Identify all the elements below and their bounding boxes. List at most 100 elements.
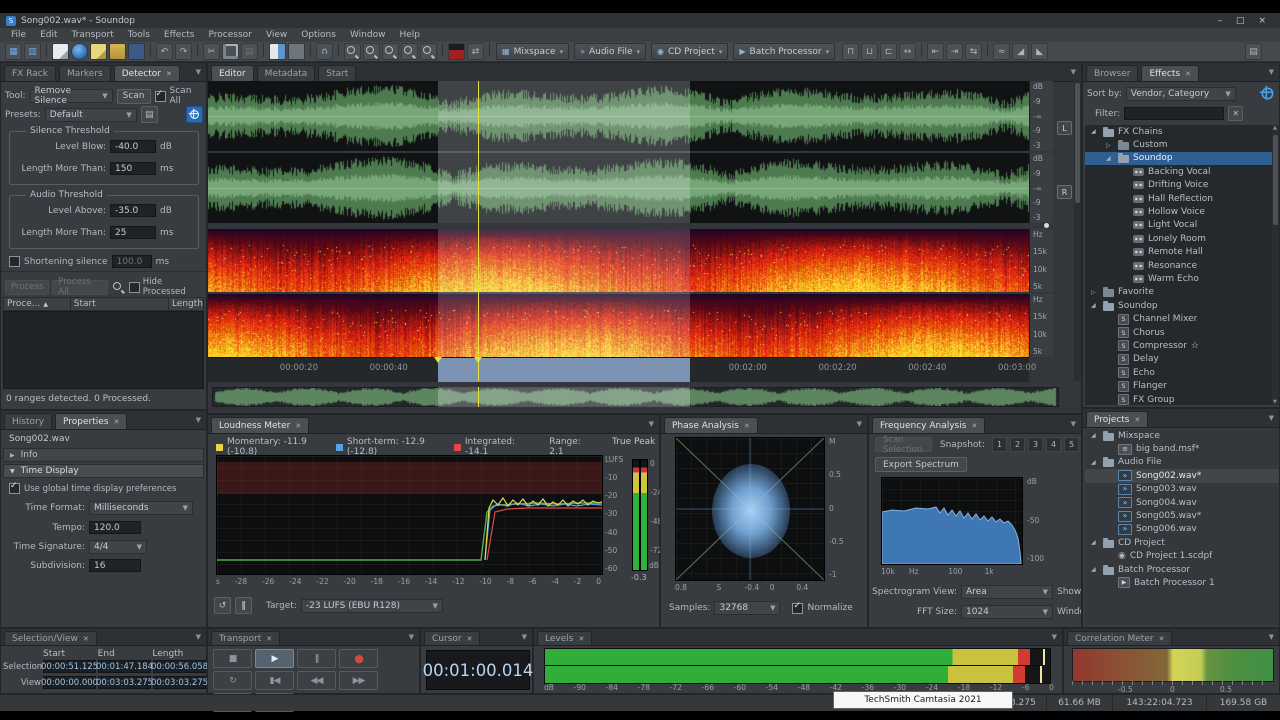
panel-menu-icon[interactable]: ▼ bbox=[196, 633, 201, 641]
tab-phase-analys[interactable]: Phase Analysis✕ bbox=[664, 417, 758, 433]
loop-region-icon[interactable]: ⇆ bbox=[965, 43, 982, 60]
close-icon[interactable]: ✕ bbox=[114, 418, 120, 426]
panel-menu-icon[interactable]: ▼ bbox=[649, 420, 654, 428]
tree-item[interactable]: ▷ Favorite bbox=[1085, 286, 1272, 299]
snapshot-button[interactable]: 2 bbox=[1010, 437, 1025, 452]
panel-menu-icon[interactable]: ▼ bbox=[1269, 68, 1274, 76]
close-icon[interactable]: ✕ bbox=[83, 635, 89, 643]
tree-item[interactable]: » Song002.wav* bbox=[1085, 469, 1279, 482]
mix-view-icon[interactable]: ▥ bbox=[24, 43, 41, 60]
timeline-ruler[interactable]: 00:00:2000:00:4000:01:0000:01:2000:01:40… bbox=[208, 357, 1029, 382]
fade-out-icon[interactable]: ◣ bbox=[1031, 43, 1048, 60]
reset-icon[interactable]: ↺ bbox=[214, 597, 231, 614]
shortening-input[interactable]: 100.0 bbox=[112, 255, 152, 268]
tab-transport[interactable]: Transport✕ bbox=[211, 631, 280, 645]
open-project-icon[interactable] bbox=[109, 43, 126, 60]
results-table-body[interactable] bbox=[3, 311, 204, 389]
menu-item[interactable]: File bbox=[4, 30, 33, 40]
tab-cursor[interactable]: Cursor✕ bbox=[424, 631, 480, 645]
spectrogram-view-select[interactable]: Area▼ bbox=[961, 585, 1053, 599]
view-length-value[interactable]: 00:03:03.275 bbox=[153, 676, 206, 689]
filter-input[interactable] bbox=[1124, 107, 1224, 120]
close-icon[interactable]: ✕ bbox=[166, 70, 172, 78]
split-view-icon[interactable] bbox=[269, 43, 286, 60]
snapshot-button[interactable]: 5 bbox=[1064, 437, 1079, 452]
selection-start-value[interactable]: 00:00:51.125 bbox=[43, 660, 96, 673]
tab-levels[interactable]: Levels✕ bbox=[537, 631, 592, 645]
close-icon[interactable]: ✕ bbox=[467, 635, 473, 643]
export-spectrum-button[interactable]: Export Spectrum bbox=[875, 457, 967, 472]
tree-item[interactable]: Resonance bbox=[1085, 259, 1272, 272]
col-length[interactable]: Length bbox=[169, 298, 203, 310]
tree-item[interactable]: S Flanger bbox=[1085, 379, 1272, 392]
tree-item[interactable]: ▷ Custom bbox=[1085, 138, 1272, 151]
record-button[interactable]: ● bbox=[339, 649, 378, 668]
title-bar[interactable]: S Song002.wav* - Soundop – □ × bbox=[0, 13, 1280, 28]
tab-detector[interactable]: Detector✕ bbox=[114, 65, 180, 81]
tree-item[interactable]: ▶ Batch Processor 1 bbox=[1085, 576, 1279, 589]
panel-menu-icon[interactable]: ▼ bbox=[196, 68, 201, 76]
splitter-handle[interactable] bbox=[1044, 223, 1049, 228]
tempo-input[interactable]: 120.0 bbox=[89, 521, 141, 534]
menu-item[interactable]: Help bbox=[392, 30, 427, 40]
tab-projects[interactable]: Projects✕ bbox=[1086, 411, 1148, 427]
menu-item[interactable]: Edit bbox=[33, 30, 64, 40]
settings-gear-icon[interactable] bbox=[186, 106, 203, 123]
expander-icon[interactable]: ◢ bbox=[1091, 432, 1099, 439]
tab-markers[interactable]: Markers bbox=[59, 65, 111, 81]
process-button[interactable]: Process bbox=[5, 280, 49, 295]
selection-start-handle[interactable] bbox=[434, 357, 442, 363]
length-more-input2[interactable]: 25 bbox=[110, 226, 156, 239]
menu-item[interactable]: Processor bbox=[202, 30, 259, 40]
use-global-checkbox[interactable] bbox=[9, 483, 20, 494]
clear-filter-icon[interactable]: ✕ bbox=[1228, 106, 1243, 121]
tree-item[interactable]: S Chorus bbox=[1085, 326, 1272, 339]
panel-menu-icon[interactable]: ▼ bbox=[196, 416, 201, 424]
snap-icon[interactable]: ∩ bbox=[316, 43, 333, 60]
tab-metadata[interactable]: Metadata bbox=[257, 65, 316, 81]
expander-icon[interactable]: ◢ bbox=[1106, 155, 1114, 162]
phase-scope[interactable] bbox=[675, 437, 825, 581]
panel-menu-icon[interactable]: ▼ bbox=[1071, 420, 1076, 428]
tree-item[interactable]: ≡ big band.msf* bbox=[1085, 442, 1279, 455]
playback-cursor[interactable] bbox=[478, 81, 479, 381]
scan-all-checkbox[interactable] bbox=[155, 91, 166, 102]
close-icon[interactable]: ✕ bbox=[744, 422, 750, 430]
prev-marker-icon[interactable]: ⇤ bbox=[927, 43, 944, 60]
undo-icon[interactable]: ↶ bbox=[156, 43, 173, 60]
spectrum-chart[interactable] bbox=[881, 477, 1023, 565]
cd-project-dropdown[interactable]: ◉CD Project▾ bbox=[651, 43, 728, 60]
tree-item[interactable]: » Song006.wav bbox=[1085, 523, 1279, 536]
menu-item[interactable]: View bbox=[259, 30, 294, 40]
magnifier-icon[interactable] bbox=[111, 280, 126, 295]
col-start[interactable]: Start bbox=[71, 298, 169, 310]
fade-in-icon[interactable]: ◢ bbox=[1012, 43, 1029, 60]
right-channel-badge[interactable]: R bbox=[1057, 185, 1072, 199]
tree-item[interactable]: S Echo bbox=[1085, 366, 1272, 379]
open-file-icon[interactable] bbox=[71, 43, 88, 60]
zoom-in-icon[interactable] bbox=[363, 43, 380, 60]
info-section-header[interactable]: ▶Info bbox=[3, 448, 204, 462]
tab-editor[interactable]: Editor bbox=[211, 65, 254, 81]
tree-item[interactable]: ◢ Soundop bbox=[1085, 152, 1272, 165]
effects-scrollbar[interactable]: ▲▼ bbox=[1272, 125, 1279, 405]
snapshot-button[interactable]: 1 bbox=[992, 437, 1007, 452]
expander-icon[interactable]: ◢ bbox=[1091, 566, 1099, 573]
expander-icon[interactable]: ◢ bbox=[1091, 539, 1099, 546]
pause-meter-icon[interactable]: ‖ bbox=[235, 597, 252, 614]
hide-processed-checkbox[interactable] bbox=[129, 282, 140, 293]
normalize-checkbox[interactable] bbox=[792, 603, 803, 614]
new-project-icon[interactable] bbox=[90, 43, 107, 60]
close-icon[interactable]: ✕ bbox=[1134, 416, 1140, 424]
expander-icon[interactable]: ◢ bbox=[1091, 302, 1099, 309]
menu-item[interactable]: Options bbox=[294, 30, 343, 40]
paste-icon[interactable]: ▤ bbox=[241, 43, 258, 60]
shortening-silence-checkbox[interactable] bbox=[9, 256, 20, 267]
tree-item[interactable]: Light Vocal bbox=[1085, 219, 1272, 232]
tab-effects[interactable]: Effects✕ bbox=[1141, 65, 1198, 81]
minimize-button[interactable]: – bbox=[1217, 16, 1222, 26]
favorite-star-icon[interactable]: ☆ bbox=[1191, 341, 1199, 351]
stop-button[interactable]: ■ bbox=[213, 649, 252, 668]
samples-select[interactable]: 32768▼ bbox=[714, 601, 780, 615]
fast-forward-button[interactable]: ▶▶ bbox=[339, 671, 378, 690]
